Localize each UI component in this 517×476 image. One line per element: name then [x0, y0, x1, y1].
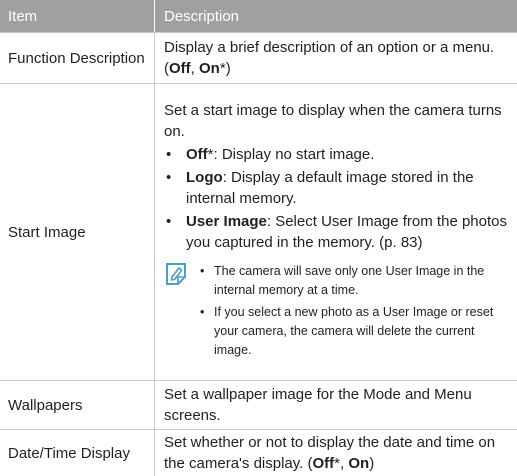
table-row: Start Image Set a start image to display…: [0, 83, 517, 381]
option-off: Off: [312, 455, 335, 472]
list-item: • User Image: Select User Image from the …: [164, 211, 509, 253]
desc-text-end: *): [219, 60, 231, 77]
list-item: • Logo: Display a default image stored in…: [164, 167, 509, 209]
option-text: : Display a default image stored in the …: [186, 168, 474, 207]
option-text: *: Display no start image.: [207, 145, 375, 163]
note-block: • The camera will save only one User Imag…: [164, 262, 509, 363]
option-name: User Image: [186, 212, 267, 230]
option-on: On: [199, 60, 220, 77]
bullet: •: [166, 212, 172, 230]
option-list: • Off*: Display no start image. • Logo: Di…: [164, 144, 509, 253]
bullet: •: [166, 168, 172, 186]
header-description: Description: [154, 0, 517, 33]
bullet: •: [200, 263, 205, 278]
list-item: • Off*: Display no start image.: [164, 144, 509, 165]
item-cell: Function Description: [0, 32, 155, 84]
option-name: Logo: [186, 168, 223, 186]
description-cell: Set a wallpaper image for the Mode and M…: [154, 380, 517, 430]
description-cell: Set a start image to display when the ca…: [154, 83, 517, 381]
description-cell: Set whether or not to display the date a…: [154, 429, 517, 476]
option-name: Off: [186, 145, 208, 163]
bullet: •: [200, 304, 205, 319]
item-cell: Date/Time Display: [8, 444, 130, 462]
note-text: The camera will save only one User Image…: [214, 263, 485, 297]
header-item: Item: [0, 0, 155, 33]
table-header-row: Item Description: [0, 0, 517, 33]
item-cell: Start Image: [0, 83, 155, 381]
intro-text: Set a start image to display when the ca…: [164, 101, 502, 140]
note-list: • The camera will save only one User Imag…: [200, 262, 509, 363]
option-on: On: [348, 455, 370, 472]
description-cell: Display a brief description of an option…: [154, 32, 517, 84]
option-off: Off: [169, 60, 191, 77]
separator: *,: [334, 455, 349, 472]
note-text: If you select a new photo as a User Imag…: [214, 304, 494, 357]
settings-table: Item Description Function Description Di…: [0, 0, 517, 476]
desc-text-end: ): [369, 455, 375, 472]
table-row: Function Description Display a brief des…: [0, 32, 517, 84]
item-cell: Wallpapers: [0, 380, 155, 430]
table-row: Wallpapers Set a wallpaper image for the…: [0, 380, 517, 430]
note-item: • If you select a new photo as a User Ima…: [200, 303, 509, 360]
separator: ,: [190, 60, 200, 77]
bullet: •: [166, 145, 172, 163]
note-pencil-icon: [166, 262, 186, 285]
table-row: Date/Time Display Set whether or not to …: [0, 429, 517, 476]
note-item: • The camera will save only one User Imag…: [200, 262, 509, 300]
